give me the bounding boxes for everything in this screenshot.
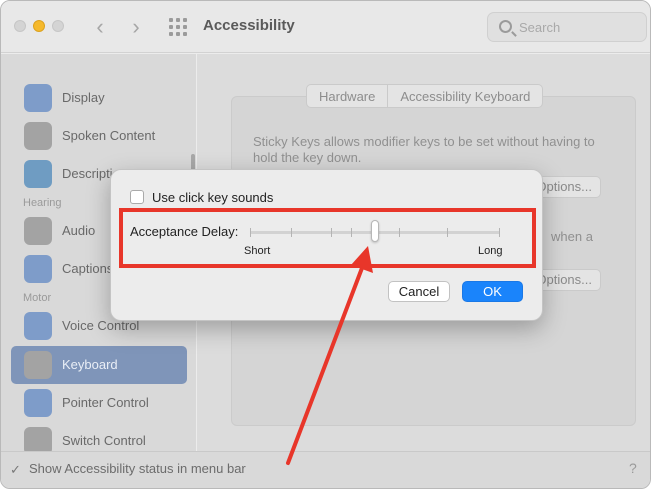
search-placeholder: Search bbox=[519, 20, 561, 35]
status-menu-checkbox[interactable]: ✓ bbox=[10, 462, 21, 478]
tab-bar: Hardware Accessibility Keyboard bbox=[306, 84, 544, 108]
descriptions-icon bbox=[24, 160, 52, 188]
click-key-sounds-checkbox[interactable] bbox=[130, 190, 144, 204]
cancel-button[interactable]: Cancel bbox=[388, 281, 450, 302]
sidebar-item-pointer-control[interactable]: Pointer Control bbox=[11, 384, 187, 422]
tab-accessibility-keyboard[interactable]: Accessibility Keyboard bbox=[387, 85, 542, 107]
sidebar-item-label: Captions bbox=[62, 261, 114, 276]
voice-control-icon bbox=[24, 312, 52, 340]
back-button[interactable]: ‹ bbox=[89, 14, 111, 40]
title-bar: ‹ › Accessibility Search bbox=[1, 1, 650, 53]
search-input[interactable]: Search bbox=[487, 12, 647, 42]
click-key-sounds-label: Use click key sounds bbox=[152, 190, 274, 205]
sticky-keys-description: Sticky Keys allows modifier keys to be s… bbox=[253, 134, 595, 165]
display-icon bbox=[24, 84, 52, 112]
sidebar-section-hearing: Hearing bbox=[23, 197, 62, 209]
minimize-window-button[interactable] bbox=[33, 20, 45, 32]
sidebar-item-display[interactable]: Display bbox=[11, 79, 187, 117]
help-icon[interactable]: ? bbox=[629, 460, 637, 476]
search-icon bbox=[499, 20, 512, 33]
speaker-icon bbox=[24, 217, 52, 245]
captions-icon bbox=[24, 255, 52, 283]
annotation-highlight-box bbox=[119, 208, 536, 268]
window-title: Accessibility bbox=[203, 17, 295, 34]
tab-hardware[interactable]: Hardware bbox=[307, 85, 387, 107]
sidebar-section-motor: Motor bbox=[23, 292, 52, 304]
sidebar-item-label: Display bbox=[62, 90, 105, 105]
pointer-icon bbox=[24, 389, 52, 417]
zoom-window-button[interactable] bbox=[52, 20, 64, 32]
keyboard-icon bbox=[24, 351, 52, 379]
sidebar-item-keyboard[interactable]: Keyboard bbox=[11, 346, 187, 384]
slow-keys-description-fragment: when a bbox=[551, 229, 593, 244]
bottom-bar: ✓ Show Accessibility status in menu bar … bbox=[1, 451, 650, 488]
show-all-grid-icon[interactable] bbox=[169, 18, 187, 36]
forward-button[interactable]: › bbox=[125, 14, 147, 40]
sidebar-item-label: Audio bbox=[62, 223, 96, 238]
sidebar-item-label: Keyboard bbox=[62, 357, 118, 372]
close-window-button[interactable] bbox=[14, 20, 26, 32]
status-menu-label: Show Accessibility status in menu bar bbox=[29, 461, 246, 476]
sidebar-item-label: Switch Control bbox=[62, 433, 146, 448]
chevron-left-icon: ‹ bbox=[96, 14, 104, 39]
sidebar-item-label: Pointer Control bbox=[62, 395, 149, 410]
ok-button[interactable]: OK bbox=[462, 281, 523, 302]
speech-bubble-icon bbox=[24, 122, 52, 150]
sidebar-item-label: Spoken Content bbox=[62, 128, 156, 143]
chevron-right-icon: › bbox=[132, 14, 140, 39]
sidebar-item-spoken-content[interactable]: Spoken Content bbox=[11, 117, 187, 155]
